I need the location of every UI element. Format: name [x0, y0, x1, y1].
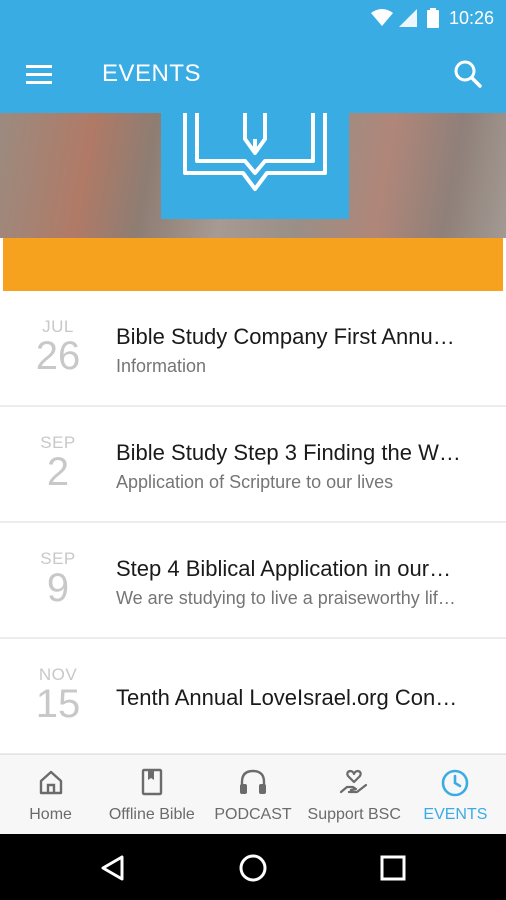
event-list-item[interactable]: SEP 9 Step 4 Biblical Application in our…: [0, 523, 506, 639]
nav-item-home[interactable]: Home: [0, 755, 101, 835]
home-circle-icon: [239, 854, 267, 882]
event-subtitle: We are studying to live a praiseworthy l…: [116, 588, 456, 608]
back-button[interactable]: [96, 851, 130, 885]
recents-square-icon: [380, 855, 406, 881]
event-day: 26: [35, 334, 81, 378]
headphones-icon: [240, 769, 266, 794]
event-list-item[interactable]: JUL 26 Bible Study Company First Annu… I…: [0, 291, 506, 407]
events-list: JUL 26 Bible Study Company First Annu… I…: [0, 291, 506, 755]
bottom-navigation: Home Offline Bible PODCAST Support BSC E…: [0, 754, 506, 835]
event-title: Tenth Annual LoveIsrael.org Con…: [116, 685, 458, 710]
event-day: 9: [46, 566, 70, 610]
recents-button[interactable]: [376, 851, 410, 885]
page-title: EVENTS: [102, 60, 202, 87]
wifi-icon: [370, 9, 393, 26]
event-title: Bible Study Company First Annu…: [116, 324, 455, 349]
system-navigation-bar: [0, 834, 506, 900]
search-icon: [454, 60, 482, 88]
event-title: Bible Study Step 3 Finding the W…: [116, 440, 461, 465]
battery-icon: [426, 8, 439, 28]
nav-label-offline-bible: Offline Bible: [108, 806, 195, 823]
event-day: 15: [35, 682, 81, 726]
back-triangle-icon: [101, 855, 124, 881]
status-time: 10:26: [448, 7, 494, 28]
nav-item-events[interactable]: EVENTS: [405, 755, 506, 835]
menu-button[interactable]: [22, 60, 56, 90]
event-subtitle: Application of Scripture to our lives: [116, 472, 394, 492]
hamburger-menu-icon: [26, 65, 52, 84]
event-list-item[interactable]: SEP 2 Bible Study Step 3 Finding the W… …: [0, 407, 506, 523]
book-icon: [141, 768, 162, 796]
bible-study-logo: [161, 113, 349, 219]
status-bar: 10:26: [0, 0, 506, 36]
app-bar: EVENTS: [0, 36, 506, 113]
clock-icon: [442, 769, 469, 797]
event-banner-image: [0, 113, 506, 291]
open-book-pen-icon: [183, 113, 327, 191]
search-button[interactable]: [450, 56, 486, 92]
event-day: 2: [46, 450, 70, 494]
signal-icon: [398, 9, 417, 27]
nav-item-support-bsc[interactable]: Support BSC: [304, 755, 405, 835]
home-icon: [39, 770, 62, 795]
nav-item-podcast[interactable]: PODCAST: [202, 755, 303, 835]
event-title: Step 4 Biblical Application in our…: [116, 556, 452, 581]
nav-item-offline-bible[interactable]: Offline Bible: [101, 755, 202, 835]
donate-icon: [340, 769, 368, 794]
home-system-button[interactable]: [236, 851, 270, 885]
event-list-item[interactable]: NOV 15 Tenth Annual LoveIsrael.org Con…: [0, 639, 506, 755]
event-subtitle: Information: [116, 356, 207, 376]
banner-accent-bar: [3, 238, 503, 291]
nav-label-home: Home: [29, 806, 72, 823]
nav-label-events: EVENTS: [423, 806, 488, 823]
nav-label-support-bsc: Support BSC: [307, 806, 401, 823]
nav-label-podcast: PODCAST: [214, 806, 292, 823]
